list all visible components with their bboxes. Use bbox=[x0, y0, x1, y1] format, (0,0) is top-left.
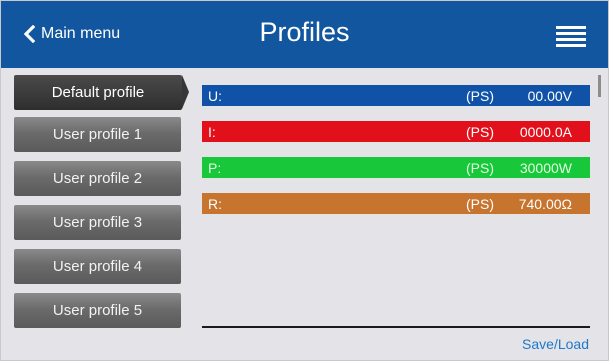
divider bbox=[202, 326, 590, 328]
profile-list: Default profile User profile 1 User prof… bbox=[14, 75, 190, 337]
profile-button-user-2[interactable]: User profile 2 bbox=[14, 161, 181, 196]
value-number: 740.00Ω bbox=[518, 196, 572, 212]
value-source: (PS) bbox=[466, 124, 494, 140]
value-source: (PS) bbox=[466, 196, 494, 212]
profile-label: User profile 3 bbox=[52, 214, 143, 231]
profile-label: User profile 2 bbox=[52, 170, 143, 187]
profile-label: User profile 1 bbox=[52, 126, 143, 143]
value-label: P: bbox=[208, 160, 222, 176]
profile-button-default[interactable]: Default profile bbox=[14, 75, 189, 110]
save-load-button[interactable]: Save/Load bbox=[522, 336, 589, 352]
value-label: U: bbox=[208, 88, 222, 104]
profile-button-user-3[interactable]: User profile 3 bbox=[14, 205, 181, 240]
profile-button-user-5[interactable]: User profile 5 bbox=[14, 293, 181, 328]
value-row-current[interactable]: I: (PS) 0000.0A bbox=[202, 121, 590, 142]
value-row-power[interactable]: P: (PS) 30000W bbox=[202, 157, 590, 178]
profile-label: User profile 4 bbox=[52, 258, 143, 275]
chevron-left-icon bbox=[23, 25, 36, 43]
value-row-voltage[interactable]: U: (PS) 00.00V bbox=[202, 85, 590, 106]
profiles-screen: Main menu Profiles Default profile User … bbox=[0, 0, 609, 361]
profile-label: Default profile bbox=[51, 84, 145, 101]
back-button[interactable]: Main menu bbox=[23, 25, 120, 43]
value-row-resistance[interactable]: R: (PS) 740.00Ω bbox=[202, 193, 590, 214]
profile-button-user-4[interactable]: User profile 4 bbox=[14, 249, 181, 284]
value-number: 00.00V bbox=[527, 88, 572, 104]
profile-values: U: (PS) 00.00V I: (PS) 0000.0A P: (PS) 3… bbox=[202, 85, 590, 229]
value-source: (PS) bbox=[466, 160, 494, 176]
hamburger-menu-icon[interactable] bbox=[556, 26, 586, 48]
back-label: Main menu bbox=[41, 25, 121, 42]
value-label: R: bbox=[208, 196, 222, 212]
value-source: (PS) bbox=[466, 88, 494, 104]
value-label: I: bbox=[208, 124, 216, 140]
value-number: 30000W bbox=[519, 160, 572, 176]
value-number: 0000.0A bbox=[519, 124, 572, 140]
scrollbar[interactable] bbox=[598, 75, 601, 97]
header-bar: Main menu Profiles bbox=[1, 1, 608, 68]
profile-button-user-1[interactable]: User profile 1 bbox=[14, 117, 181, 152]
profile-label: User profile 5 bbox=[52, 302, 143, 319]
